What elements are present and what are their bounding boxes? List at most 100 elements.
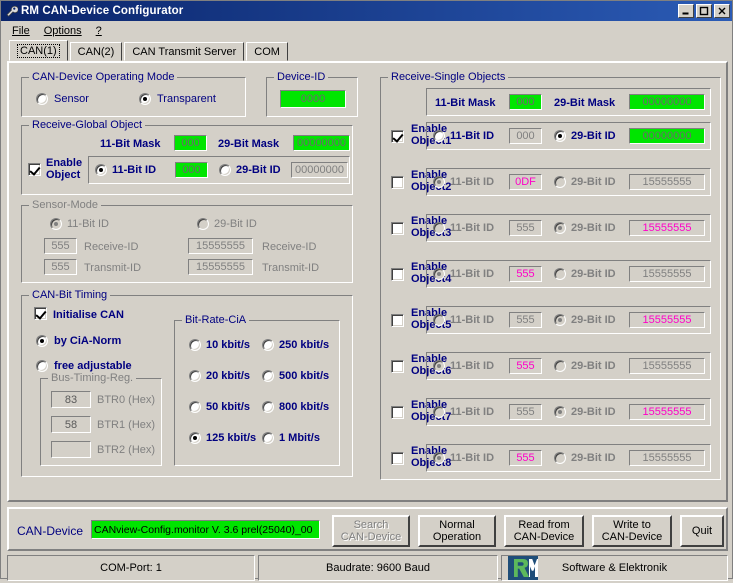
radio-object8-id11: 11-Bit ID [433, 452, 494, 464]
radio-object3-id29-dot [554, 222, 566, 234]
tab-can2[interactable]: CAN(2) [69, 42, 123, 61]
quit-button[interactable]: Quit [680, 515, 724, 547]
radio-bitrate-50k-dot [189, 401, 201, 413]
radio-sensor-id29: 29-Bit ID [197, 218, 257, 230]
radio-bitrate-10k[interactable]: 10 kbit/s [189, 339, 250, 351]
device-id-field[interactable]: 0000 [280, 90, 346, 108]
single-mask-row: 11-Bit Mask 000 29-Bit Mask 00000000 [426, 88, 711, 116]
radio-global-id29[interactable]: 29-Bit ID [219, 164, 281, 176]
radio-bitrate-1m[interactable]: 1 Mbit/s [262, 432, 320, 444]
menu-item-help[interactable]: ? [89, 23, 109, 39]
radio-sensor[interactable]: Sensor [36, 93, 89, 105]
object2-row: 11-Bit ID 0DF 29-Bit ID 15555555 [426, 168, 711, 196]
tab-page-can1: CAN-Device Operating Mode Sensor Transpa… [7, 61, 728, 502]
radio-bitrate-250k[interactable]: 250 kbit/s [262, 339, 329, 351]
global-enable-checkbox[interactable] [28, 163, 41, 176]
global-mask11-field[interactable]: 000 [174, 135, 207, 151]
search-can-device-button[interactable]: Search CAN-Device [332, 515, 410, 547]
close-button[interactable] [714, 4, 730, 18]
radio-object8-id11-dot [433, 452, 445, 464]
receive-single-legend: Receive-Single Objects [388, 71, 509, 83]
object1-row: 11-Bit ID 000 29-Bit ID 00000000 [426, 122, 711, 150]
radio-object1-id11[interactable]: 11-Bit ID [433, 130, 494, 142]
global-mask29-field[interactable]: 00000000 [293, 135, 350, 151]
radio-object3-id29-label: 29-Bit ID [571, 222, 616, 234]
radio-transparent-dot [139, 93, 151, 105]
radio-object8-id29: 29-Bit ID [554, 452, 616, 464]
single-mask29-field[interactable]: 00000000 [629, 94, 705, 110]
object6-row: 11-Bit ID 555 29-Bit ID 15555555 [426, 352, 711, 380]
radio-object1-id29-dot [554, 130, 566, 142]
normal-operation-line1: Normal [439, 519, 475, 531]
normal-operation-button[interactable]: Normal Operation [418, 515, 496, 547]
btr1-field: 58 [51, 416, 91, 433]
radio-bitrate-50k[interactable]: 50 kbit/s [189, 401, 250, 413]
radio-free-adjustable[interactable]: free adjustable [36, 360, 132, 372]
write-to-can-device-button[interactable]: Write to CAN-Device [592, 515, 672, 547]
sensor-rx11-label: Receive-ID [84, 241, 139, 253]
radio-object7-id11-label: 11-Bit ID [450, 406, 495, 418]
radio-global-id11[interactable]: 11-Bit ID [95, 164, 156, 176]
radio-bitrate-500k-dot [262, 370, 274, 382]
object4-enable-checkbox[interactable] [391, 268, 404, 281]
sensor-rx29-field: 15555555 [188, 238, 253, 254]
object1-id29-field[interactable]: 00000000 [629, 128, 705, 144]
object3-row: 11-Bit ID 555 29-Bit ID 15555555 [426, 214, 711, 242]
single-mask11-field[interactable]: 000 [509, 94, 542, 110]
write-to-can-device-line2: CAN-Device [601, 531, 663, 543]
object8-enable-checkbox[interactable] [391, 452, 404, 465]
object2-enable-checkbox[interactable] [391, 176, 404, 189]
global-id-row: 11-Bit ID 000 29-Bit ID 00000000 [88, 156, 350, 184]
menu-options-label: Options [43, 24, 82, 37]
radio-by-cia-norm[interactable]: by CiA-Norm [36, 335, 121, 347]
radio-bitrate-20k[interactable]: 20 kbit/s [189, 370, 250, 382]
can-device-version-field[interactable]: CANview-Config.monitor V. 3.6 prel(25040… [91, 520, 320, 539]
radio-bitrate-500k[interactable]: 500 kbit/s [262, 370, 329, 382]
radio-object4-id11-label: 11-Bit ID [450, 268, 495, 280]
sensor-mode-legend: Sensor-Mode [29, 199, 102, 211]
radio-free-adjustable-dot [36, 360, 48, 372]
read-from-can-device-button[interactable]: Read from CAN-Device [504, 515, 584, 547]
bit-rate-cia-group: Bit-Rate-CiA 10 kbit/s 250 kbit/s 20 kbi… [174, 314, 340, 466]
tab-can1[interactable]: CAN(1) [9, 40, 68, 61]
object5-enable-checkbox[interactable] [391, 314, 404, 327]
application-window: RM CAN-Device Configurator File Options … [0, 0, 733, 581]
radio-by-cia-norm-label: by CiA-Norm [54, 335, 122, 347]
object3-enable-checkbox[interactable] [391, 222, 404, 235]
radio-bitrate-800k[interactable]: 800 kbit/s [262, 401, 329, 413]
radio-sensor-id29-label: 29-Bit ID [214, 218, 257, 230]
object7-row: 11-Bit ID 555 29-Bit ID 15555555 [426, 398, 711, 426]
radio-sensor-dot [36, 93, 48, 105]
radio-object1-id11-dot [433, 130, 445, 142]
maximize-button[interactable] [696, 4, 712, 18]
object7-enable-checkbox[interactable] [391, 406, 404, 419]
client-area: CAN-Device Operating Mode Sensor Transpa… [1, 61, 732, 581]
radio-object1-id29[interactable]: 29-Bit ID [554, 130, 616, 142]
radio-bitrate-500k-label: 500 kbit/s [279, 370, 330, 382]
menu-item-options[interactable]: Options [37, 23, 89, 39]
radio-sensor-label: Sensor [54, 93, 89, 105]
radio-transparent[interactable]: Transparent [139, 93, 216, 105]
object1-enable-checkbox[interactable] [391, 130, 404, 143]
menu-item-file[interactable]: File [5, 23, 37, 39]
sensor-tx11-field: 555 [44, 259, 77, 275]
global-id11-field[interactable]: 000 [175, 162, 208, 178]
radio-bitrate-125k[interactable]: 125 kbit/s [189, 432, 256, 444]
global-enable-label-line1: Enable [46, 157, 83, 169]
radio-bitrate-800k-dot [262, 401, 274, 413]
initialise-can-checkbox[interactable] [34, 307, 47, 320]
radio-object8-id29-label: 29-Bit ID [571, 452, 616, 464]
object2-id29-field: 15555555 [629, 174, 705, 190]
btr0-field: 83 [51, 391, 91, 408]
menu-help-label: ? [95, 24, 102, 37]
radio-object1-id11-label: 11-Bit ID [450, 130, 495, 142]
radio-bitrate-125k-label: 125 kbit/s [206, 432, 257, 444]
object4-row: 11-Bit ID 555 29-Bit ID 15555555 [426, 260, 711, 288]
radio-global-id29-dot [219, 164, 231, 176]
title-bar: RM CAN-Device Configurator [1, 1, 732, 21]
tab-com[interactable]: COM [246, 42, 288, 61]
tab-can-transmit-server[interactable]: CAN Transmit Server [124, 42, 245, 61]
radio-object2-id11: 11-Bit ID [433, 176, 494, 188]
object6-enable-checkbox[interactable] [391, 360, 404, 373]
minimize-button[interactable] [678, 4, 694, 18]
